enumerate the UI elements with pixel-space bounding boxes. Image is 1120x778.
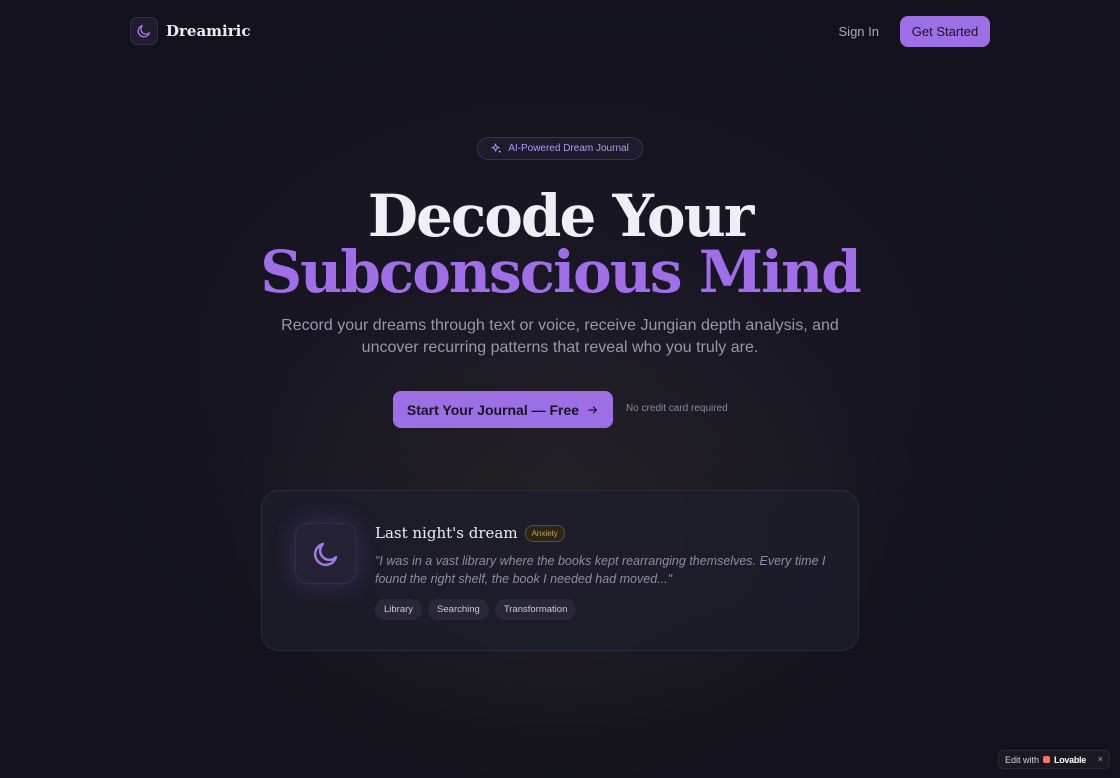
arrow-right-icon [588, 405, 598, 414]
hero-badge: AI-Powered Dream Journal [477, 137, 643, 160]
brand-name: Dreamiric [166, 22, 251, 40]
hero-subtitle: Record your dreams through text or voice… [281, 317, 839, 356]
moon-icon [313, 542, 337, 566]
start-journal-label: Start Your Journal — Free [406, 401, 580, 418]
moon-icon [137, 25, 150, 38]
top-nav: Dreamiric Sign In Get Started [130, 15, 990, 47]
lovable-prefix: Edit with [1005, 754, 1040, 765]
mood-badge: Anxiety [524, 524, 565, 542]
dream-moon-tile [295, 523, 356, 584]
dream-card-title: Last night's dream [375, 524, 518, 542]
get-started-button[interactable]: Get Started [900, 15, 990, 47]
brand[interactable]: Dreamiric [130, 17, 250, 45]
hero-badge-label: AI-Powered Dream Journal [508, 143, 629, 154]
hero-title-line-2: Subconscious Mind [260, 238, 861, 306]
dream-tag: Searching [428, 599, 489, 620]
cta-note: No credit card required [626, 403, 728, 414]
sparkles-icon [491, 143, 502, 154]
edit-with-lovable-badge[interactable]: Edit with Lovable × [998, 750, 1110, 769]
lovable-name: Lovable [1054, 754, 1086, 765]
sign-in-link[interactable]: Sign In [839, 24, 879, 39]
dream-tag: Library [375, 599, 423, 620]
dream-quote: "I was in a vast library where the books… [375, 554, 826, 586]
lovable-logo-icon [1043, 756, 1051, 763]
start-journal-button[interactable]: Start Your Journal — Free [393, 391, 613, 428]
dream-card-header: Last night's dream Anxiety [375, 524, 565, 542]
dream-preview-card: Last night's dream Anxiety "I was in a v… [261, 490, 859, 651]
logo [130, 17, 158, 45]
close-icon[interactable]: × [1098, 754, 1103, 764]
background-glow [0, 0, 1120, 778]
nav-actions: Sign In Get Started [839, 15, 990, 47]
dream-tags: Library Searching Transformation [375, 599, 577, 620]
dream-tag: Transformation [494, 599, 577, 620]
